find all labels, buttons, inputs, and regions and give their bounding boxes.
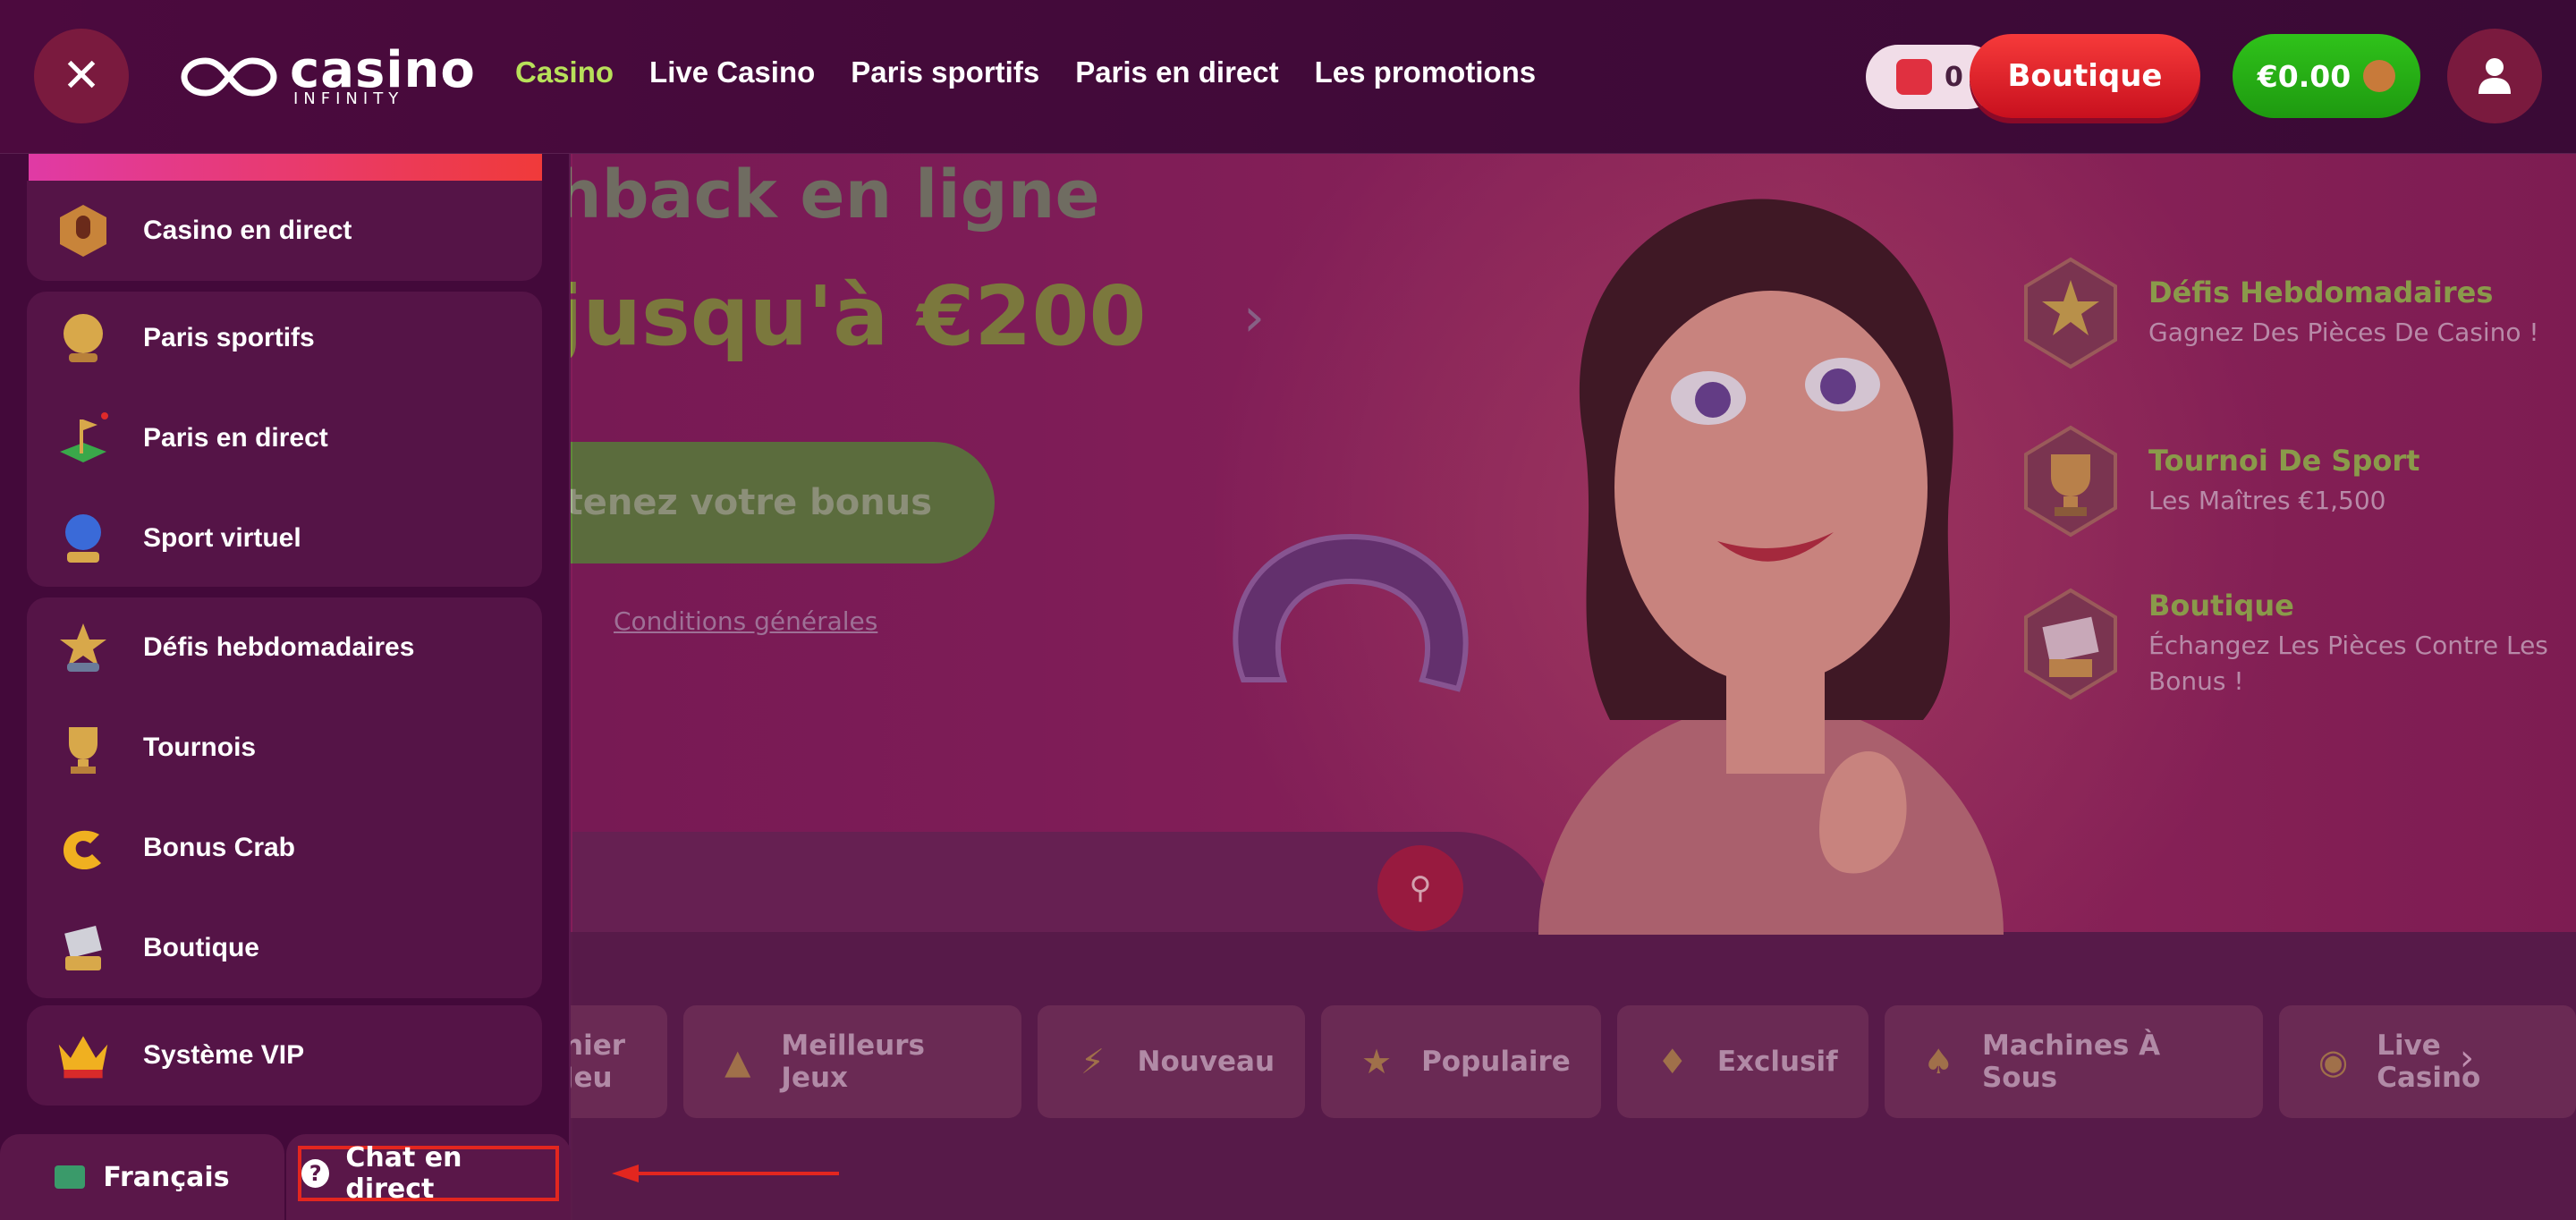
carousel-next-icon[interactable]: › [1243,286,1265,349]
sidebar-item-label: Boutique [143,933,259,962]
nav-sports-betting[interactable]: Paris sportifs [851,55,1039,89]
balance-button[interactable]: €0.00 [2233,34,2420,118]
horseshoe-illustration [1233,533,1469,692]
sidebar-item-shop[interactable]: Boutique [27,898,542,998]
annotation-arrow-icon [612,1165,839,1182]
shop-icon [2012,581,2129,707]
category-top-games[interactable]: ▲ Meilleurs Jeux [683,1005,1021,1118]
shop-button[interactable]: Boutique [1970,34,2200,118]
close-menu-button[interactable]: ✕ [34,29,129,123]
sidebar-item-label: Paris sportifs [143,323,315,352]
coin-icon [1896,59,1932,95]
help-icon: ? [301,1159,330,1188]
language-selector[interactable]: Français [0,1134,284,1220]
soccer-ball-icon [55,310,111,366]
wallet-icon [2363,60,2396,92]
user-icon [2479,58,2511,94]
trophy-icon [55,720,111,775]
sidebar-item-label: Casino en direct [143,216,352,245]
sidebar-item-virtual-sport[interactable]: Sport virtuel [27,488,542,589]
hero-title-line2: jusqu'à €200 [555,268,1147,364]
sidebar-item-label: Tournois [143,733,257,762]
microphone-icon [55,203,111,258]
promo-shop[interactable]: Boutique Échangez Les Pièces Contre Les … [2012,581,2576,707]
coins-value: 0 [1945,61,1963,93]
live-chat-button[interactable]: ? Chat en direct [286,1134,571,1220]
promo-weekly-challenges[interactable]: Défis Hebdomadaires Gagnez Des Pièces De… [2012,250,2576,376]
sidebar-item-weekly-challenges[interactable]: Défis hebdomadaires [27,597,542,698]
category-live-casino[interactable]: ◉ Live Casino [2278,1005,2576,1118]
trophy-icon [2012,419,2129,544]
sidebar-active-bar [29,154,542,181]
category-popular[interactable]: ★ Populaire [1321,1005,1601,1118]
category-label: Meilleurs Jeux [781,1029,925,1094]
lightning-icon: ⚡ [1080,1042,1105,1081]
star-icon [55,620,111,675]
language-label: Français [103,1161,230,1193]
promo-title: Tournoi De Sport [2148,444,2420,478]
bell-icon: ♠ [1923,1042,1954,1081]
main-nav: Casino Live Casino Paris sportifs Paris … [515,55,1536,89]
category-label: Nouveau [1137,1046,1275,1078]
crown-icon [55,1028,111,1083]
roulette-icon: ◉ [2318,1042,2349,1081]
category-slots[interactable]: ♠ Machines À Sous [1884,1005,2263,1118]
thumbs-up-icon: ▲ [724,1042,751,1081]
top-header: ✕ casino INFINITY Casino Live Casino Par… [0,0,2576,154]
promo-subtitle: Gagnez Des Pièces De Casino ! [2148,318,2539,347]
promo-sport-tournament[interactable]: Tournoi De Sport Les Maîtres €1,500 [2012,419,2576,544]
nav-promotions[interactable]: Les promotions [1315,55,1537,89]
nav-live-casino[interactable]: Live Casino [649,55,815,89]
search-button[interactable]: ⚲ [1377,845,1463,931]
sidebar-item-live-casino[interactable]: Casino en direct [27,181,542,281]
infinity-logo-icon [181,57,277,97]
logo[interactable]: casino INFINITY [179,41,475,113]
hero-title-line1: hback en ligne [555,157,1100,233]
sidebar-item-tournaments[interactable]: Tournois [27,698,542,798]
sidebar-item-live-betting[interactable]: Paris en direct [27,388,542,488]
balance-value: €0.00 [2257,58,2351,94]
search-icon: ⚲ [1409,870,1432,906]
live-chat-highlight: ? Chat en direct [298,1142,559,1205]
sidebar-item-label: Système VIP [143,1040,305,1070]
ticket-icon: ♦ [1657,1042,1688,1081]
sidebar-item-bonus-crab[interactable]: Bonus Crab [27,798,542,898]
flag-icon [55,411,111,466]
get-bonus-button[interactable]: Obtenez votre bonus [501,442,995,563]
user-account-button[interactable] [2447,29,2542,123]
live-chat-label: Chat en direct [345,1142,462,1205]
promo-subtitle: Échangez Les Pièces Contre Les Bonus ! [2148,631,2548,696]
star-icon [2012,250,2129,376]
nav-casino[interactable]: Casino [515,55,614,89]
shop-icon [55,920,111,976]
mascot-character-illustration [1538,199,2004,935]
nav-live-betting[interactable]: Paris en direct [1075,55,1278,89]
sidebar-item-sports-betting[interactable]: Paris sportifs [27,288,542,388]
star-icon: ★ [1361,1042,1393,1081]
category-label: nier Jeu [564,1029,626,1094]
world-map-icon [55,1165,86,1189]
promo-title: Boutique [2148,589,2294,623]
category-label: Machines À Sous [1981,1029,2161,1094]
sidebar-item-label: Sport virtuel [143,523,301,553]
globe-icon [55,511,111,566]
sidebar-item-label: Bonus Crab [143,833,296,862]
category-label: Populaire [1421,1046,1571,1078]
category-bar: nier Jeu ▲ Meilleurs Jeux ⚡ Nouveau ★ Popul… [537,1005,2576,1118]
promo-title: Défis Hebdomadaires [2148,275,2494,309]
category-new[interactable]: ⚡ Nouveau [1037,1005,1306,1118]
close-icon: ✕ [62,49,101,103]
sidebar-item-label: Défis hebdomadaires [143,632,415,662]
logo-subtext: INFINITY [293,89,404,108]
sidebar-item-vip-system[interactable]: Système VIP [27,1005,542,1106]
terms-link[interactable]: Conditions générales [614,606,877,636]
sidebar-item-label: Paris en direct [143,423,328,453]
category-next-icon[interactable]: › [2460,1038,2474,1079]
category-exclusive[interactable]: ♦ Exclusif [1616,1005,1868,1118]
crab-icon [55,820,111,876]
promo-subtitle: Les Maîtres €1,500 [2148,486,2386,515]
category-label: Exclusif [1716,1046,1838,1078]
